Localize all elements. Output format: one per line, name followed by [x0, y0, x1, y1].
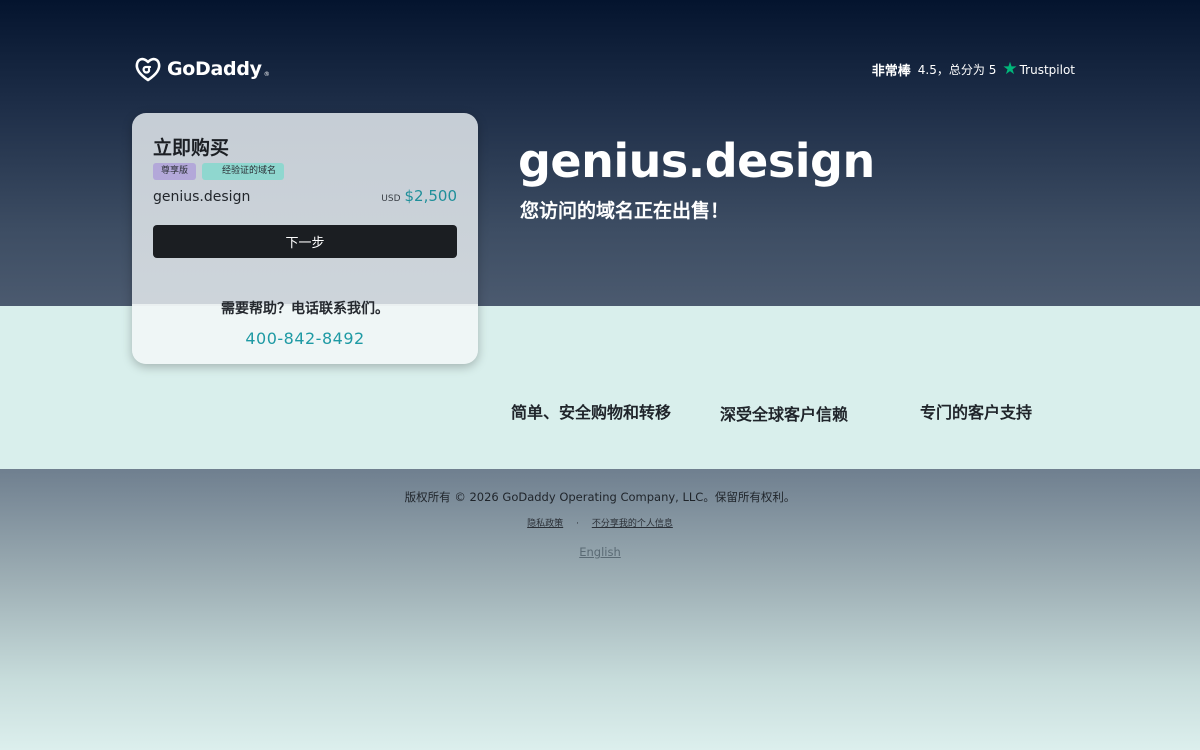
card-domain-name: genius.design	[153, 189, 251, 205]
hero-domain-title: genius.design	[518, 134, 875, 188]
premium-badge: 尊享版	[153, 163, 197, 180]
feature-support: 专门的客户支持	[920, 403, 1033, 422]
footer-background	[0, 469, 1200, 750]
help-text: 需要帮助？电话联系我们。	[221, 301, 389, 317]
language-label[interactable]: English	[579, 545, 621, 559]
rating-score: 4.5，总分为 5	[917, 63, 997, 77]
feature-secure-transfer: 简单、安全购物和转移	[511, 403, 672, 422]
domain-price-row: genius.design USD $2,500	[153, 187, 457, 205]
phone-link[interactable]: 400-842-8492	[132, 329, 478, 348]
price-group: USD $2,500	[381, 187, 457, 205]
card-title: 立即购买	[153, 137, 230, 159]
language-selector[interactable]: English	[0, 545, 1200, 559]
price-value: $2,500	[404, 187, 458, 205]
price-currency: USD	[381, 194, 401, 204]
trademark-mark: ®	[263, 71, 270, 78]
trustpilot-brand: Trustpilot	[1019, 62, 1075, 77]
godaddy-heart-icon	[135, 57, 161, 82]
link-separator: ·	[576, 519, 579, 529]
trustpilot-star-icon: ★	[1002, 59, 1018, 79]
hero-subtitle: 您访问的域名正在出售！	[520, 200, 730, 222]
do-not-share-link[interactable]: 不分享我的个人信息	[592, 519, 673, 529]
purchase-card: 立即购买 尊享版 经验证的域名 genius.design USD $2,500…	[132, 113, 478, 364]
trustpilot-rating[interactable]: 非常棒 4.5，总分为 5 ★ Trustpilot	[871, 59, 1075, 80]
privacy-policy-link[interactable]: 隐私政策	[527, 519, 563, 529]
rating-word: 非常棒	[871, 64, 911, 79]
footer-links: 隐私政策 · 不分享我的个人信息	[0, 516, 1200, 529]
next-step-button[interactable]: 下一步	[153, 225, 457, 258]
verified-domain-badge: 经验证的域名	[202, 163, 285, 180]
badge-row: 尊享版 经验证的域名	[153, 163, 285, 180]
godaddy-logo[interactable]: GoDaddy ®	[134, 56, 270, 82]
logo-wordmark: GoDaddy	[167, 58, 262, 80]
copyright-text: 版权所有 © 2026 GoDaddy Operating Company, L…	[404, 490, 796, 504]
feature-trusted: 深受全球客户信赖	[720, 405, 849, 424]
